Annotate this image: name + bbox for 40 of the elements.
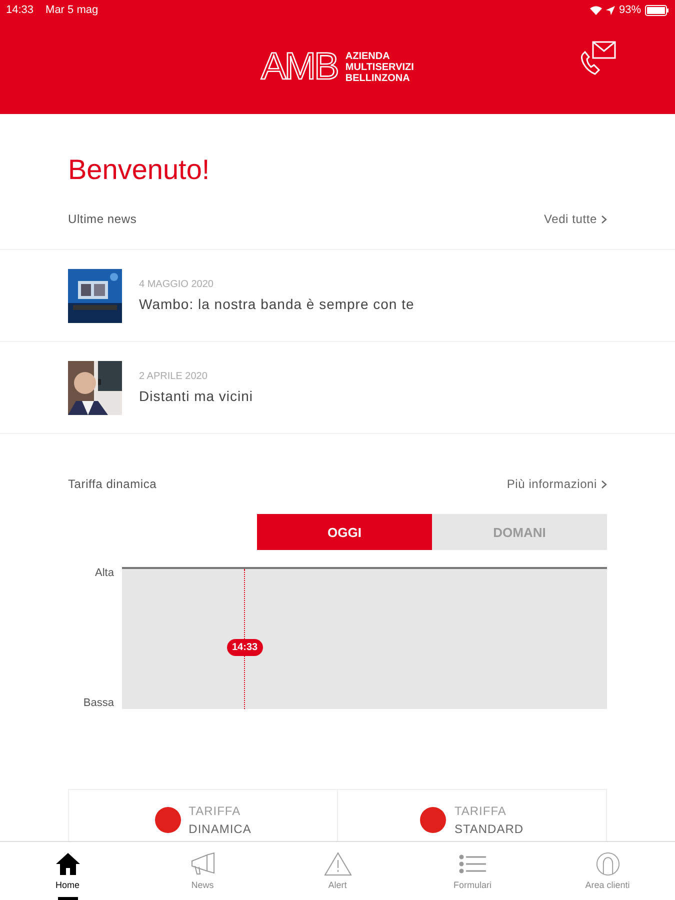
logo-mark: AMB [261,46,338,88]
legend-label: TARIFFA [454,804,508,818]
nav-tab[interactable]: News [135,842,270,900]
axis-label: Bassa [83,697,114,709]
battery-icon [645,4,669,16]
see-all-link[interactable]: Vedi tutte [544,212,607,226]
contact-icon[interactable] [579,40,617,76]
wifi-icon [590,6,602,14]
news-date: 2 APRILE 2020 [139,371,208,382]
logo-text: BELLINZONA [345,72,411,84]
legend-label: DINAMICA [188,822,252,836]
legend-label: STANDARD [454,822,524,836]
logo-text: AZIENDA [345,50,391,62]
alert-icon [324,852,352,876]
welcome-title: Benvenuto! [67,153,211,187]
news-title[interactable]: Wambo: la nostra banda è sempre con te [139,296,414,312]
legend-label: TARIFFA [188,804,242,818]
battery-percent: 93% [618,4,641,16]
megaphone-icon [188,852,216,876]
chevron-icon [601,480,607,488]
status-time: 14:33 [6,4,34,16]
news-title[interactable]: Distanti ma vicini [139,388,254,404]
logo-text: MULTISERVIZI [345,62,414,72]
user-icon [596,852,620,876]
news-date: 4 MAGGIO 2020 [139,279,214,290]
axis-label: Alta [95,567,114,579]
status-date: Mar 5 mag [46,4,98,16]
day-tab[interactable]: OGGI [257,514,432,550]
section-title: Ultime news [68,212,137,226]
home-icon [54,852,80,876]
chevron-icon [601,214,607,224]
more-info-link[interactable]: Più informazioni [506,477,607,491]
nav-tab[interactable]: Formulari [405,842,540,900]
section-title: Tariffa dinamica [68,477,157,491]
location-icon [606,6,615,14]
list-icon [458,852,486,876]
nav-tab[interactable]: Home [0,842,135,900]
nav-tab[interactable]: Area clienti [540,842,675,900]
time-badge: 14:33 [227,639,263,656]
nav-tab[interactable]: Alert [270,842,405,900]
